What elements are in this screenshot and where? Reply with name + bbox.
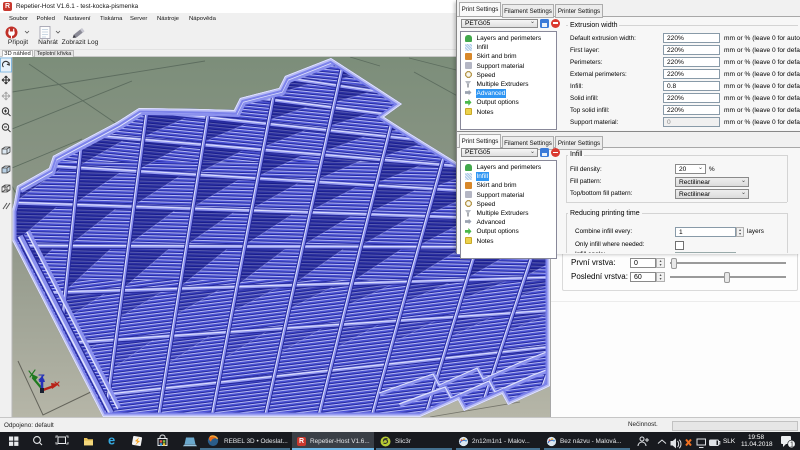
svg-text:e: e <box>108 433 115 448</box>
svg-text:1: 1 <box>790 442 794 449</box>
